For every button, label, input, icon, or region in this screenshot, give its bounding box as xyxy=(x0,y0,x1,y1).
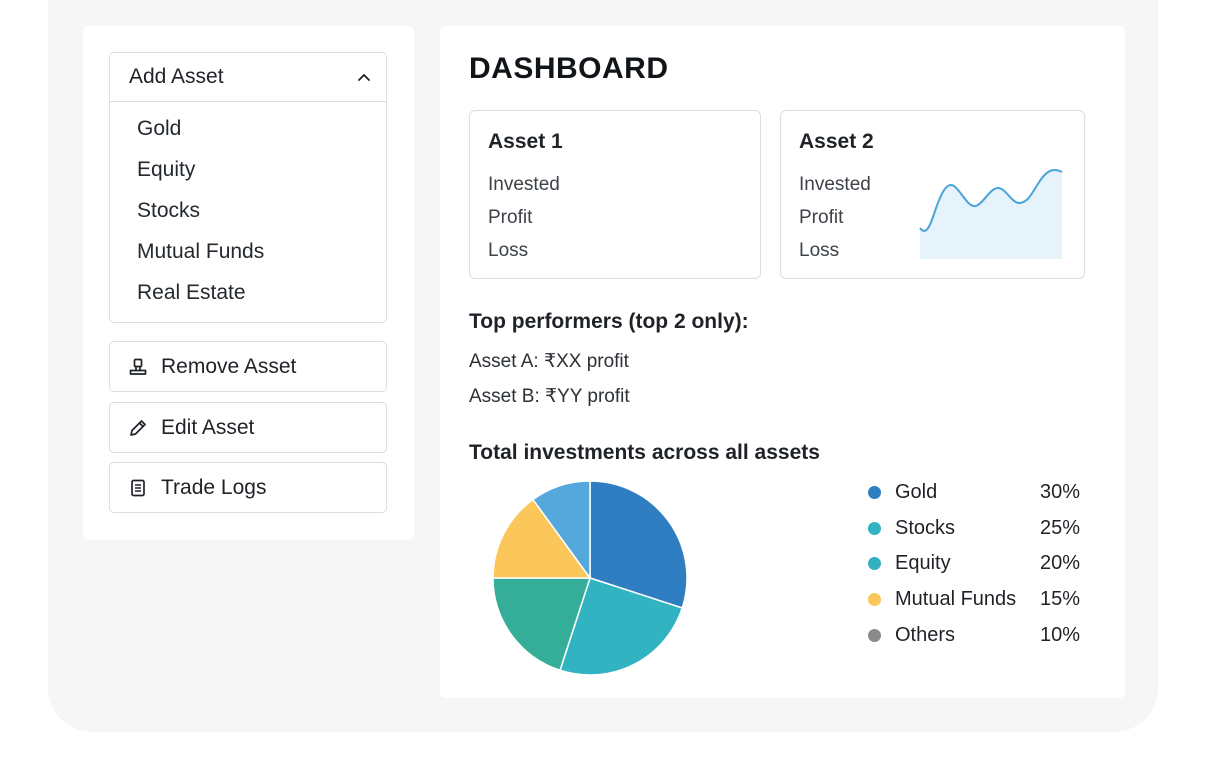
profit-label: Profit xyxy=(799,207,844,228)
pie-legend: Gold 30% Stocks 25% Equity 20% Mutual Funds 15%… xyxy=(868,475,1080,653)
legend-value: 15% xyxy=(1039,588,1080,611)
legend-value: 10% xyxy=(1039,623,1080,646)
loss-label: Loss xyxy=(799,240,840,261)
legend-value: 20% xyxy=(1039,552,1080,575)
legend-item: Gold 30% xyxy=(868,475,1080,511)
allocation-chart-title: Total investments across all assets xyxy=(469,441,820,464)
asset-card-title: Asset 1 xyxy=(488,130,563,153)
asset-card-1[interactable]: Asset 1 Invested Profit Loss xyxy=(469,110,761,279)
legend-item: Others 10% xyxy=(868,617,1080,653)
legend-value: 25% xyxy=(1039,516,1080,539)
asset-type-list: Gold Equity Stocks Mutual Funds Real Est… xyxy=(110,102,386,313)
top-performers-title: Top performers (top 2 only): xyxy=(469,310,749,333)
legend-label: Mutual Funds xyxy=(895,588,1017,611)
remove-asset-button[interactable]: Remove Asset xyxy=(109,341,387,392)
profit-label: Profit xyxy=(488,207,533,228)
sparkline-area xyxy=(920,170,1062,259)
sparkline-chart xyxy=(919,169,1063,259)
legend-label: Equity xyxy=(895,552,951,575)
asset-card-title: Asset 2 xyxy=(799,130,874,153)
remove-asset-label: Remove Asset xyxy=(161,354,297,378)
document-icon xyxy=(127,477,149,499)
legend-item: Equity 20% xyxy=(868,546,1080,582)
asset-option-equity[interactable]: Equity xyxy=(110,149,386,190)
loss-label: Loss xyxy=(488,240,529,261)
add-asset-label: Add Asset xyxy=(129,65,224,88)
legend-label: Gold xyxy=(895,481,938,504)
add-asset-dropdown-header[interactable]: Add Asset xyxy=(110,53,386,102)
invested-label: Invested xyxy=(488,174,560,195)
legend-swatch xyxy=(868,628,881,642)
trade-logs-label: Trade Logs xyxy=(161,475,267,499)
legend-swatch xyxy=(868,557,881,571)
allocation-pie-chart xyxy=(492,480,688,676)
edit-asset-button[interactable]: Edit Asset xyxy=(109,402,387,453)
legend-swatch xyxy=(868,486,881,500)
asset-option-gold[interactable]: Gold xyxy=(110,108,386,149)
pencil-icon xyxy=(127,417,149,439)
asset-card-2[interactable]: Asset 2 Invested Profit Loss xyxy=(780,110,1085,279)
page-title: DASHBOARD xyxy=(469,52,669,85)
top-performer-item: Asset A: ₹XX profit xyxy=(469,351,629,372)
legend-item: Mutual Funds 15% xyxy=(868,582,1080,618)
chevron-up-icon[interactable] xyxy=(356,69,372,85)
legend-swatch xyxy=(868,521,881,535)
legend-label: Stocks xyxy=(895,516,956,539)
top-performer-item: Asset B: ₹YY profit xyxy=(469,386,630,407)
legend-value: 30% xyxy=(1039,481,1080,504)
legend-item: Stocks 25% xyxy=(868,511,1080,547)
add-asset-dropdown[interactable]: Add Asset Gold Equity Stocks Mutual Fund… xyxy=(109,52,387,323)
legend-swatch xyxy=(868,593,881,607)
trade-logs-button[interactable]: Trade Logs xyxy=(109,462,387,513)
edit-asset-label: Edit Asset xyxy=(161,415,255,439)
invested-label: Invested xyxy=(799,174,871,195)
stamp-icon xyxy=(127,356,149,378)
asset-option-mutual-funds[interactable]: Mutual Funds xyxy=(110,231,386,272)
asset-option-real-estate[interactable]: Real Estate xyxy=(110,272,386,313)
legend-label: Others xyxy=(895,623,956,646)
asset-option-stocks[interactable]: Stocks xyxy=(110,190,386,231)
